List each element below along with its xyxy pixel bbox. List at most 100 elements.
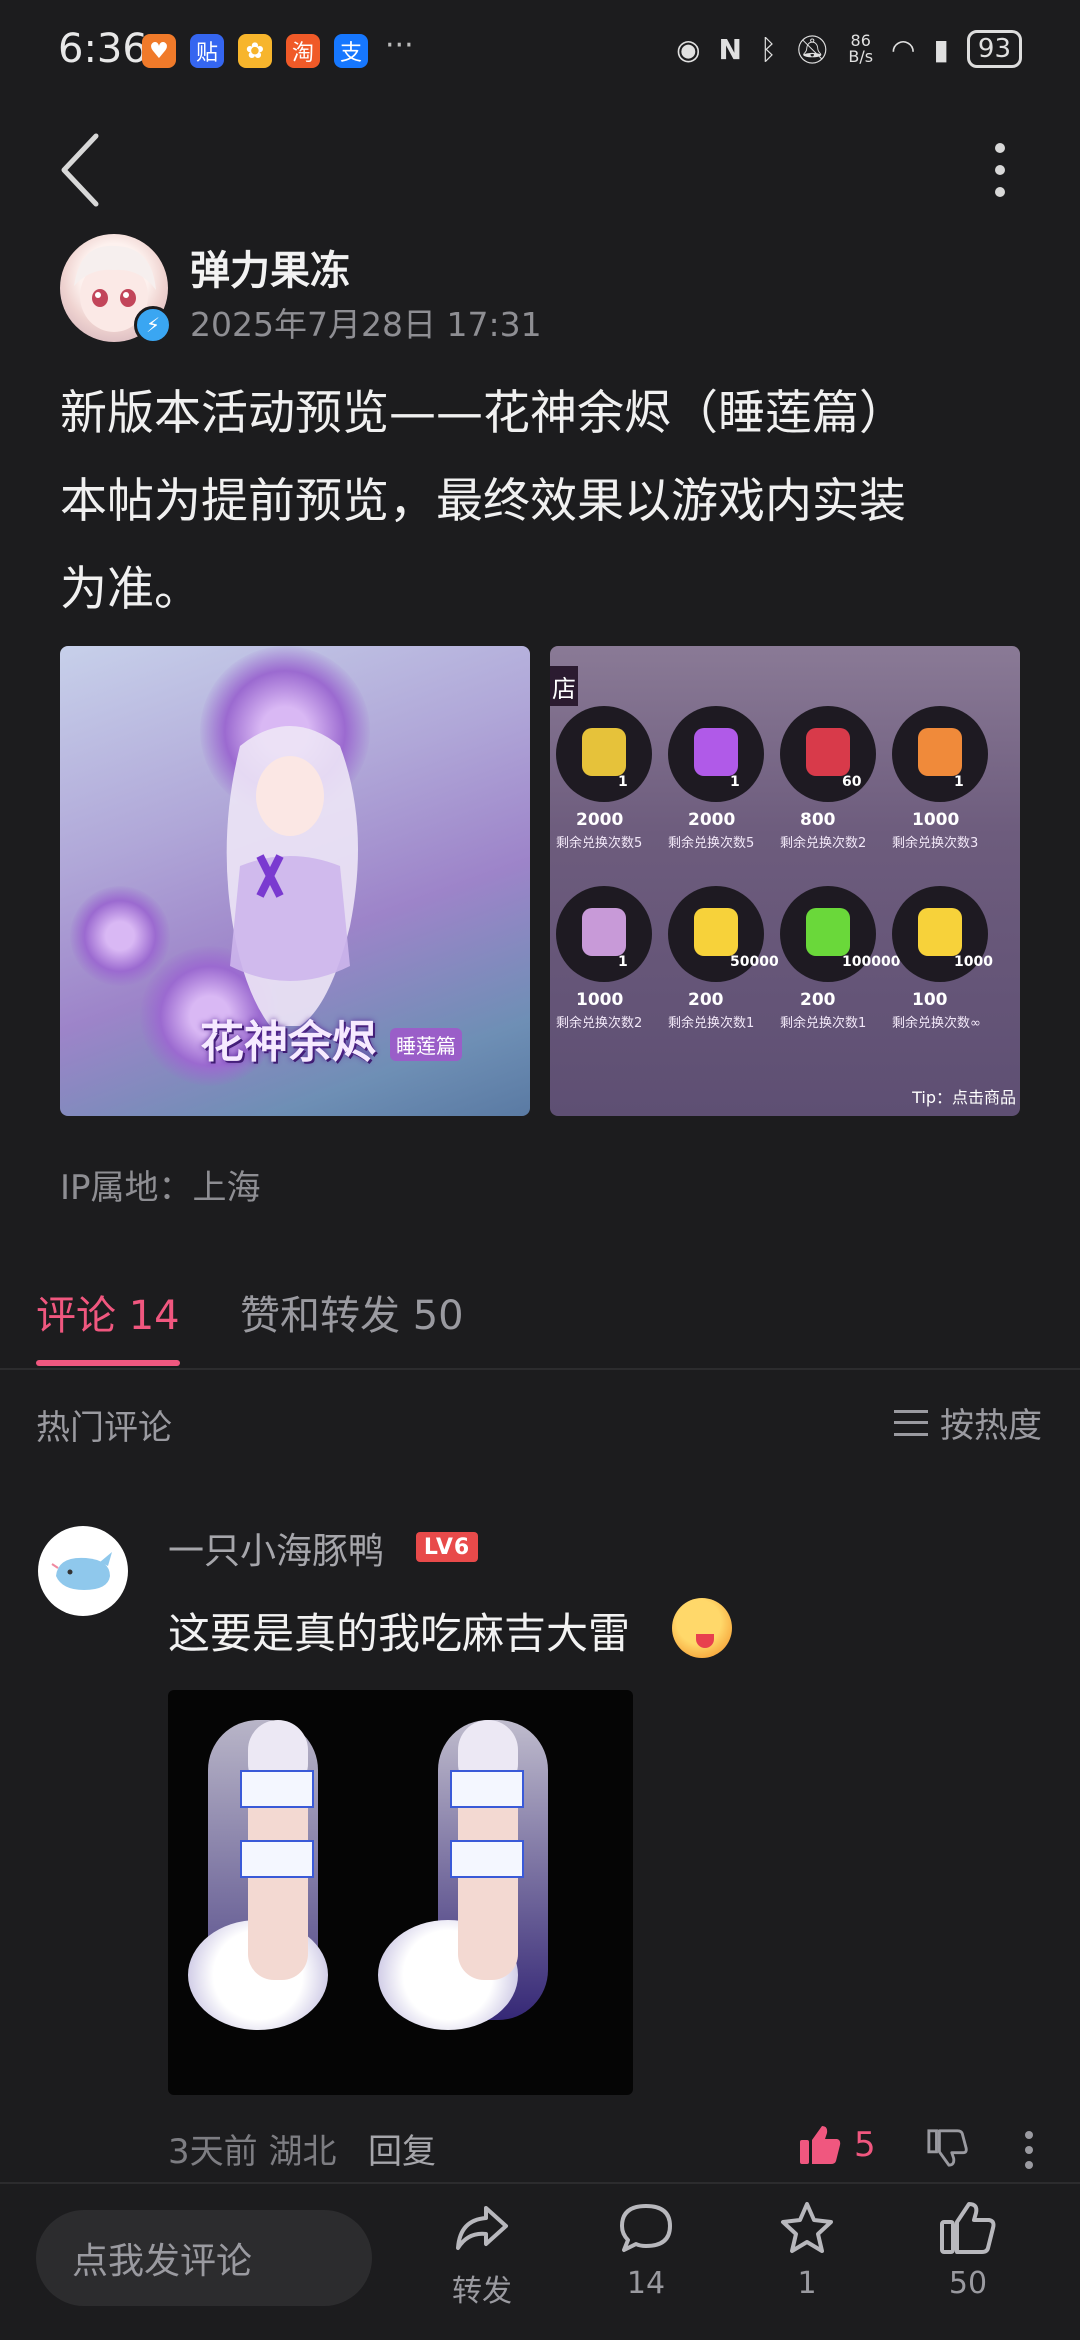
shop-item: 1 — [556, 706, 652, 802]
share-label: 转发 — [452, 2274, 512, 2309]
shop-item-qty: 1 — [954, 774, 964, 790]
tab-divider — [0, 1368, 1080, 1370]
banner-title: 花神余烬 — [200, 1017, 376, 1068]
status-time: 6:36 — [58, 26, 148, 72]
shop-item-price: 200 — [800, 990, 836, 1010]
like-button[interactable]: 50 — [908, 2198, 1028, 2328]
shop-item-note: 剩余兑换次数∞ — [892, 1016, 981, 1031]
comment-image[interactable] — [168, 1690, 633, 2095]
share-icon — [456, 2206, 508, 2250]
shop-item-icon — [694, 728, 738, 776]
shop-item-note: 剩余兑换次数5 — [668, 836, 755, 851]
post-line: 为准。 — [60, 562, 201, 617]
shop-item-icon — [694, 908, 738, 956]
share-button[interactable]: 转发 — [422, 2198, 542, 2328]
post-image-banner[interactable]: 花神余烬 睡莲篇 — [60, 646, 530, 1116]
shop-item-icon — [582, 908, 626, 956]
shop-item-qty: 50000 — [730, 954, 779, 970]
status-more-indicator: ··· — [385, 28, 414, 63]
sort-by-heat-button[interactable]: 按热度 — [894, 1398, 1042, 1447]
comment-meta: 3天前 湖北 — [168, 2124, 336, 2173]
health-app-icon: ♥ — [142, 34, 176, 68]
comment-like-button[interactable]: 5 — [798, 2124, 876, 2166]
shop-item: 100000 — [780, 886, 900, 982]
dolphin-icon — [51, 1552, 112, 1590]
eye-icon: ◉ — [676, 32, 701, 66]
drooling-emoji-icon — [672, 1598, 732, 1658]
shop-item-icon — [582, 728, 626, 776]
shop-item: 1 — [556, 886, 652, 982]
tab-comments-label: 评论 — [36, 1293, 116, 1339]
tab-likes-count: 50 — [412, 1293, 464, 1339]
shop-item-price: 1000 — [912, 810, 960, 830]
shop-item: 1 — [668, 706, 764, 802]
author-name[interactable]: 弹力果冻 — [190, 238, 350, 296]
bottom-action-bar: 点我发评论 转发 14 1 50 — [0, 2182, 1080, 2340]
tab-likes-shares[interactable]: 赞和转发 50 — [240, 1283, 464, 1341]
flower-app-icon: ✿ — [238, 34, 272, 68]
back-arrow-icon[interactable] — [56, 130, 106, 210]
nfc-icon: N — [718, 32, 742, 66]
comment-count: 14 — [626, 2266, 666, 2301]
shop-item-icon — [918, 908, 962, 956]
comment-button[interactable]: 14 — [586, 2198, 706, 2328]
favorite-button[interactable]: 1 — [747, 2198, 867, 2328]
status-indicators: ◉ N ᛒ 🔕︎ 86 B/s ◠ ▮ 93 — [676, 30, 1022, 68]
post-time: 2025年7月28日 17:31 — [190, 305, 542, 344]
shop-item-price: 800 — [800, 810, 836, 830]
character-illustration — [226, 726, 358, 1026]
status-bar: 6:36 ♥ 贴 ✿ 淘支 ··· ◉ N ᛒ 🔕︎ 86 B/s ◠ ▮ 93 — [0, 0, 1080, 100]
net-speed: 86 B/s — [848, 33, 873, 65]
comment-time: 3天前 — [168, 2132, 258, 2172]
sim-icon: ▮ — [933, 32, 949, 66]
tieba-app-icon: 贴 — [190, 34, 224, 68]
level-badge: LV6 — [416, 1532, 478, 1562]
shop-item-qty: 1 — [730, 774, 740, 790]
shop-item: 50000 — [668, 886, 779, 982]
comment-like-count: 5 — [854, 2125, 876, 2165]
commenter-avatar[interactable] — [38, 1526, 128, 1616]
shop-item-qty: 1 — [618, 954, 628, 970]
thumbs-up-icon — [940, 2202, 996, 2254]
verified-badge-icon: ⚡ — [134, 306, 172, 344]
comment-more-icon[interactable] — [1024, 2130, 1034, 2170]
shop-item-note: 剩余兑换次数2 — [556, 1016, 643, 1031]
commenter-name[interactable]: 一只小海豚鸭 — [168, 1522, 384, 1574]
reply-button[interactable]: 回复 — [368, 2124, 436, 2173]
post-content: 新版本活动预览——花神余烬（睡莲篇） 本帖为提前预览，最终效果以游戏内实装 为准… — [60, 370, 1020, 634]
shop-item: 1000 — [892, 886, 993, 982]
net-speed-unit: B/s — [848, 47, 874, 66]
shop-item-qty: 60 — [842, 774, 862, 790]
shop-item-price: 2000 — [576, 810, 624, 830]
mute-icon: 🔕︎ — [794, 32, 831, 66]
bluetooth-icon: ᛒ — [759, 32, 777, 66]
like-count: 50 — [948, 2266, 988, 2301]
banner-subtitle: 睡莲篇 — [390, 1028, 462, 1061]
tab-comments[interactable]: 评论 14 — [36, 1283, 180, 1341]
shop-item: 1 — [892, 706, 988, 802]
active-tab-indicator — [36, 1360, 180, 1366]
shop-item-price: 1000 — [576, 990, 624, 1010]
wifi-icon: ◠ — [891, 32, 916, 66]
shop-item-qty: 1000 — [954, 954, 993, 970]
shop-item-icon — [806, 728, 850, 776]
shop-item: 60 — [780, 706, 876, 802]
sort-label: 按热度 — [940, 1406, 1042, 1446]
flower-decoration — [70, 886, 170, 986]
hot-comments-label: 热门评论 — [36, 1408, 172, 1448]
more-options-icon[interactable] — [990, 140, 1010, 200]
comment-input[interactable]: 点我发评论 — [36, 2210, 372, 2306]
shop-item-note: 剩余兑换次数5 — [556, 836, 643, 851]
shop-item-qty: 100000 — [842, 954, 901, 970]
thumbs-down-icon[interactable] — [926, 2126, 968, 2168]
shop-item-note: 剩余兑换次数1 — [780, 1016, 867, 1031]
shop-item-note: 剩余兑换次数2 — [780, 836, 867, 851]
post-line: 本帖为提前预览，最终效果以游戏内实装 — [60, 474, 906, 529]
comment-location: 湖北 — [268, 2132, 337, 2172]
shop-item-price: 200 — [688, 990, 724, 1010]
shop-item-price: 2000 — [688, 810, 736, 830]
post-image-shop[interactable]: 店 Tip：点击商品 1 2000 剩余兑换次数5 1 2000 剩余兑换次数5 60 800… — [550, 646, 1020, 1116]
shop-item-note: 剩余兑换次数3 — [892, 836, 979, 851]
shop-item-icon — [806, 908, 850, 956]
star-icon — [781, 2202, 833, 2253]
